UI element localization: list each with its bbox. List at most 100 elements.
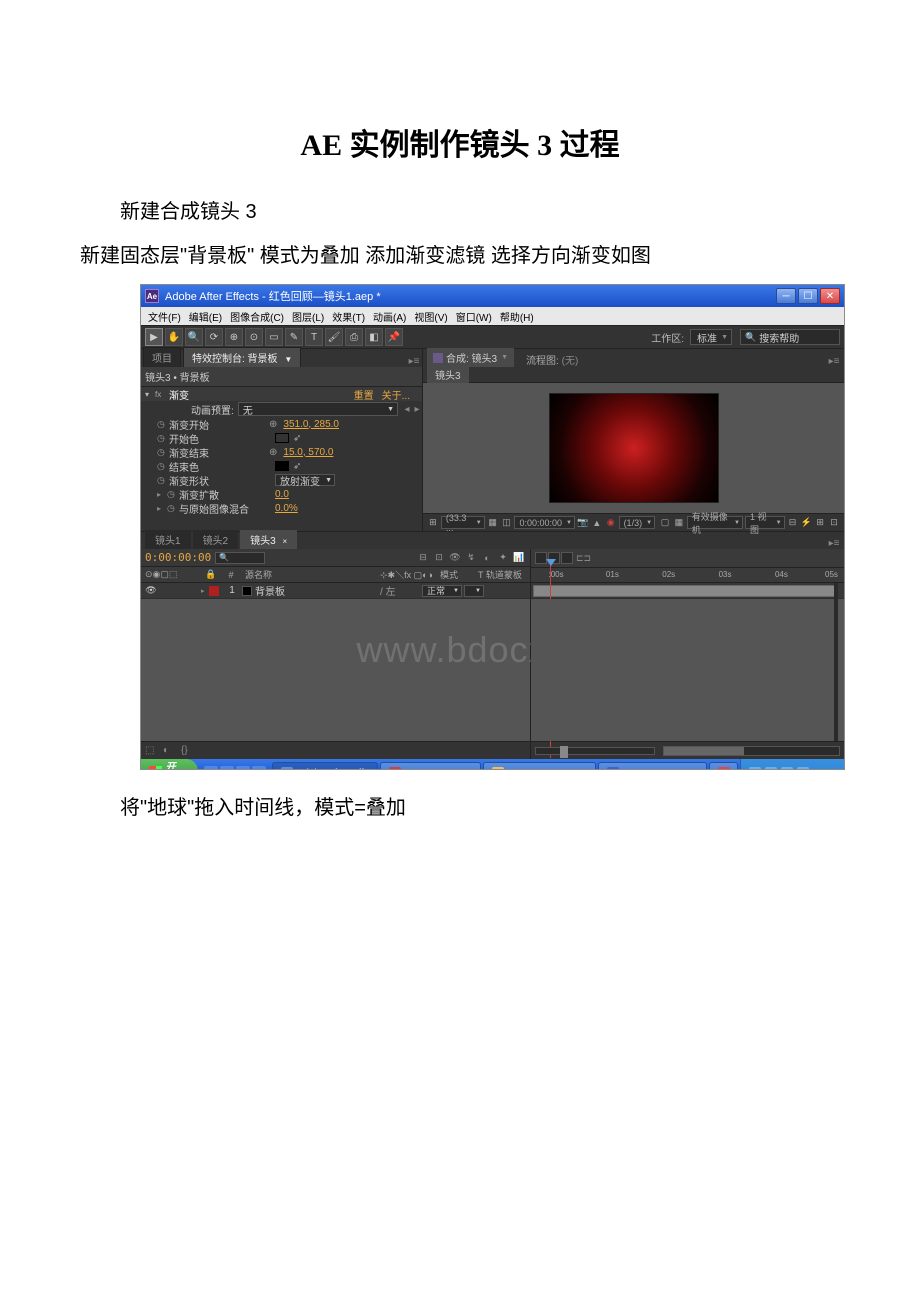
menu-layer[interactable]: 图层(L): [289, 309, 327, 324]
current-time[interactable]: 0:00:00:00: [145, 551, 211, 564]
blend-mode-dropdown[interactable]: 正常: [422, 585, 462, 597]
puppet-tool[interactable]: 📌: [385, 328, 403, 346]
eyedropper-icon[interactable]: ➶: [293, 433, 301, 444]
tray-clock[interactable]: 6:38: [817, 768, 836, 771]
close-button[interactable]: ✕: [820, 288, 840, 304]
taskbar-item-s[interactable]: [709, 762, 738, 770]
prev-preset-icon[interactable]: ◂: [402, 404, 412, 415]
transparency-icon[interactable]: ▦: [673, 517, 685, 528]
stopwatch-icon[interactable]: ◷: [167, 489, 179, 500]
effect-controls-tab[interactable]: 特效控制台: 背景板 ▼: [183, 347, 301, 367]
taskbar-item-folder[interactable]: E:\AE CS4备课\红...: [483, 762, 596, 770]
twirl-right-icon[interactable]: ▸: [157, 504, 167, 513]
time-ruler[interactable]: ⊏⊐ :00s 01s 02s 03s 04s 05s: [531, 549, 844, 583]
menu-composition[interactable]: 图像合成(C): [227, 309, 287, 324]
solo-icon[interactable]: [171, 585, 183, 596]
layer-color[interactable]: [209, 586, 219, 596]
timecode-display[interactable]: 0:00:00:00: [514, 516, 575, 529]
prop-value[interactable]: 0.0: [269, 489, 289, 500]
help-search[interactable]: 🔍 搜索帮助: [740, 329, 840, 345]
horizontal-scrollbar[interactable]: [663, 746, 840, 756]
eyedropper-icon[interactable]: ➶: [293, 461, 301, 472]
rgb-icon[interactable]: ◉: [605, 517, 617, 528]
prop-value[interactable]: 15.0, 570.0: [277, 447, 333, 458]
lock-icon[interactable]: [184, 585, 196, 596]
visibility-icon[interactable]: 👁: [145, 585, 157, 596]
comp-mini-flowchart-icon[interactable]: ⊟: [416, 551, 430, 565]
shy-icon[interactable]: 👁: [448, 551, 462, 565]
menu-animation[interactable]: 动画(A): [370, 309, 409, 324]
workspace-dropdown[interactable]: 标准: [690, 329, 732, 345]
graph-editor-icon[interactable]: 📊: [512, 551, 526, 565]
views-dropdown[interactable]: 1 视图: [745, 516, 785, 529]
twirl-right-icon[interactable]: ▸: [157, 490, 167, 499]
rect-tool[interactable]: ▭: [265, 328, 283, 346]
quick-launch-icon[interactable]: [236, 766, 250, 770]
mask-icon[interactable]: ◫: [501, 517, 513, 528]
effect-about[interactable]: 关于...: [382, 387, 410, 402]
name-header[interactable]: 源名称: [241, 568, 380, 581]
flowchart-icon[interactable]: ⊡: [828, 517, 840, 528]
selection-tool[interactable]: ▶: [145, 328, 163, 346]
hand-tool[interactable]: ✋: [165, 328, 183, 346]
layer-bar[interactable]: [533, 585, 836, 597]
menu-help[interactable]: 帮助(H): [497, 309, 537, 324]
comp-end-marker[interactable]: [834, 583, 838, 741]
project-tab[interactable]: 项目: [143, 347, 181, 367]
resolution-dropdown[interactable]: (1/3): [619, 516, 656, 529]
camera-tool[interactable]: ⊕: [225, 328, 243, 346]
taskbar-item-pdf[interactable]: 第17章.pdf - 福...: [380, 762, 481, 770]
twirl-right-icon[interactable]: ▸: [201, 587, 209, 595]
brush-tool[interactable]: 🖌: [325, 328, 343, 346]
snapshot-icon[interactable]: 📷: [577, 517, 589, 528]
layer-search[interactable]: 🔍: [215, 552, 265, 564]
timeline-icon[interactable]: ⊞: [814, 517, 826, 528]
type-tool[interactable]: T: [305, 328, 323, 346]
ruler-icon[interactable]: [561, 552, 573, 564]
ramp-shape-dropdown[interactable]: 放射渐变: [275, 474, 335, 486]
pan-behind-tool[interactable]: ⊙: [245, 328, 263, 346]
quick-launch-icon[interactable]: [252, 766, 266, 770]
timeline-tab-1[interactable]: 镜头1: [145, 530, 191, 549]
time-zoom-slider[interactable]: [535, 747, 655, 755]
color-swatch[interactable]: [275, 461, 289, 471]
maximize-button[interactable]: ☐: [798, 288, 818, 304]
fast-preview-icon[interactable]: ⚡: [800, 517, 812, 528]
timeline-tab-2[interactable]: 镜头2: [193, 530, 239, 549]
anim-preset-dropdown[interactable]: 无: [238, 402, 398, 416]
stopwatch-icon[interactable]: ◷: [157, 419, 169, 430]
minimize-button[interactable]: ─: [776, 288, 796, 304]
layer-switches[interactable]: / 左: [380, 583, 420, 598]
tray-icon[interactable]: [797, 767, 809, 770]
quick-launch-icon[interactable]: [220, 766, 234, 770]
clone-tool[interactable]: ⎙: [345, 328, 363, 346]
brainstorm-icon[interactable]: ✦: [496, 551, 510, 565]
effect-reset[interactable]: 重置: [354, 387, 374, 402]
comp-tab[interactable]: 合成: 镜头3 ▼: [427, 348, 514, 367]
zoom-dropdown[interactable]: (33.3 ...: [441, 516, 485, 529]
fx-toggle-icon[interactable]: fx: [155, 390, 169, 399]
index-header[interactable]: 🔒: [201, 569, 221, 580]
toggle-modes-icon[interactable]: ◐: [163, 745, 177, 756]
grid-icon[interactable]: ▦: [487, 517, 499, 528]
rotate-tool[interactable]: ⟳: [205, 328, 223, 346]
quick-launch-icon[interactable]: [204, 766, 218, 770]
work-area-icon[interactable]: ⊏⊐: [576, 553, 591, 564]
panel-menu-icon[interactable]: ▸≡: [408, 356, 420, 367]
timeline-tab-3[interactable]: 镜头3 ×: [240, 530, 297, 549]
motion-blur-icon[interactable]: ◐: [480, 551, 494, 565]
effect-row-ramp[interactable]: ▾ fx 渐变 重置 关于...: [141, 387, 422, 401]
dropdown-icon[interactable]: ▼: [501, 354, 508, 361]
camera-dropdown[interactable]: 有效摄像机: [687, 516, 743, 529]
stopwatch-icon[interactable]: ◷: [157, 447, 169, 458]
stopwatch-icon[interactable]: ◷: [157, 433, 169, 444]
tray-icon[interactable]: [781, 767, 793, 770]
region-icon[interactable]: ▢: [659, 517, 671, 528]
menu-edit[interactable]: 编辑(E): [186, 309, 225, 324]
stopwatch-icon[interactable]: ◷: [167, 503, 179, 514]
trkmat-dropdown[interactable]: [464, 585, 484, 597]
menu-file[interactable]: 文件(F): [145, 309, 184, 324]
layer-row[interactable]: 👁 ▸ 1 背景板 / 左 正常: [141, 583, 530, 599]
comp-sub-tab[interactable]: 镜头3: [427, 366, 469, 383]
close-tab-icon[interactable]: ×: [282, 537, 287, 546]
